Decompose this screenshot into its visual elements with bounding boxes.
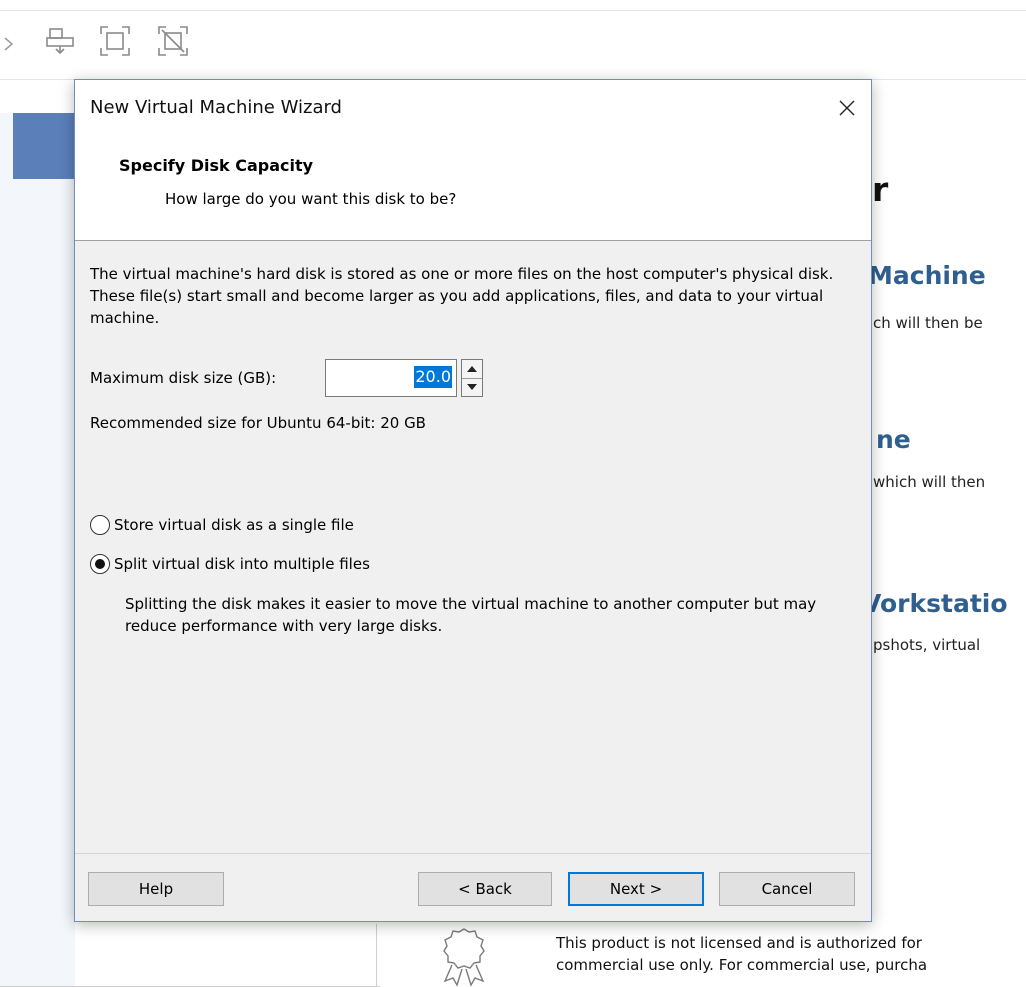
license-notice: This product is not licensed and is auth… xyxy=(556,932,1026,976)
spin-up-button[interactable] xyxy=(462,360,482,379)
license-line-1: This product is not licensed and is auth… xyxy=(556,934,922,952)
back-button[interactable]: < Back xyxy=(418,872,552,906)
fit-window-icon[interactable] xyxy=(98,24,132,58)
open-machine-description: which will then xyxy=(873,473,986,491)
library-sidebar xyxy=(0,113,75,987)
send-ctrl-alt-del-icon[interactable] xyxy=(44,24,78,58)
ribbon-badge-icon xyxy=(443,928,485,987)
single-file-option[interactable]: Store virtual disk as a single file xyxy=(90,515,354,535)
page-subtitle: How large do you want this disk to be? xyxy=(165,190,457,208)
single-file-label: Store virtual disk as a single file xyxy=(114,516,354,534)
license-line-2: commercial use only. For commercial use,… xyxy=(556,956,928,974)
footer-divider xyxy=(75,853,871,854)
next-button[interactable]: Next > xyxy=(568,872,704,906)
caret-up-icon xyxy=(467,366,477,372)
toolbar-top-divider xyxy=(0,10,1026,11)
dropdown-arrow-icon[interactable] xyxy=(2,24,16,58)
disk-description: The virtual machine's hard disk is store… xyxy=(90,265,834,327)
exit-fullscreen-icon[interactable] xyxy=(156,24,190,58)
disk-size-spinner xyxy=(461,359,483,397)
sidebar-selected-item[interactable] xyxy=(13,113,75,179)
home-title-fragment: r xyxy=(872,170,889,209)
close-icon xyxy=(839,100,855,116)
split-files-radio[interactable] xyxy=(90,554,110,574)
max-disk-size-label: Maximum disk size (GB): xyxy=(90,369,277,387)
caret-down-icon xyxy=(467,384,477,390)
spin-down-button[interactable] xyxy=(462,378,482,396)
new-vm-wizard-dialog: New Virtual Machine Wizard Specify Disk … xyxy=(74,79,872,922)
max-disk-size-input[interactable]: 20.0 xyxy=(325,359,457,397)
help-button[interactable]: Help xyxy=(88,872,224,906)
max-disk-size-value: 20.0 xyxy=(414,366,452,388)
workstation-description: pshots, virtual xyxy=(873,636,981,654)
split-files-label: Split virtual disk into multiple files xyxy=(114,555,370,573)
close-button[interactable] xyxy=(823,80,871,136)
wizard-header: Specify Disk Capacity How large do you w… xyxy=(75,142,871,241)
dialog-title-bar[interactable]: New Virtual Machine Wizard xyxy=(75,80,871,142)
cancel-button[interactable]: Cancel xyxy=(719,872,855,906)
recommended-size-text: Recommended size for Ubuntu 64-bit: 20 G… xyxy=(90,414,426,432)
create-machine-heading[interactable]: Machine xyxy=(868,261,986,290)
page-title: Specify Disk Capacity xyxy=(119,156,314,175)
dialog-title: New Virtual Machine Wizard xyxy=(90,97,342,118)
vm-toolbar xyxy=(0,10,1026,80)
workstation-heading[interactable]: Vorkstatio xyxy=(862,589,1008,618)
split-files-description: Splitting the disk makes it easier to mo… xyxy=(125,595,817,635)
content-divider xyxy=(376,924,377,987)
single-file-radio[interactable] xyxy=(90,515,110,535)
split-files-option[interactable]: Split virtual disk into multiple files xyxy=(90,554,370,574)
create-machine-description: ch will then be xyxy=(873,314,983,332)
open-machine-heading[interactable]: ne xyxy=(876,425,911,454)
